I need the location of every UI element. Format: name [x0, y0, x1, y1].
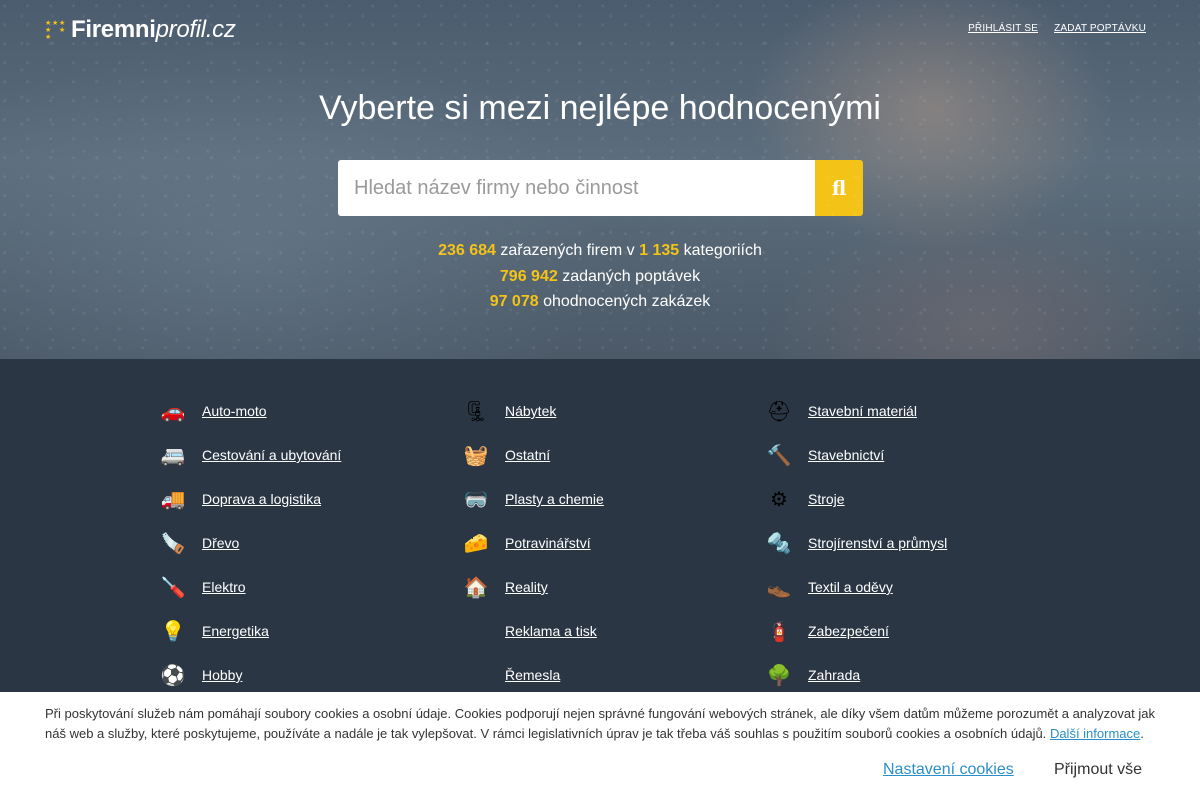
category-link[interactable]: Zabezpečení: [808, 623, 889, 639]
category-item[interactable]: 🧺 Ostatní: [460, 433, 763, 477]
category-item[interactable]: ⛑ Stavební materiál: [763, 389, 1066, 433]
basket-icon: 🧺: [463, 444, 489, 467]
category-link[interactable]: Ostatní: [505, 447, 550, 463]
search-form: fl: [338, 160, 863, 216]
login-link[interactable]: PŘIHLÁSIT SE: [963, 23, 1038, 34]
category-link[interactable]: Doprava a logistika: [202, 491, 321, 507]
stats: 236 684 zařazených firem v 1 135 kategor…: [0, 238, 1200, 315]
truck-icon: 🚚: [160, 488, 186, 511]
category-link[interactable]: Hobby: [202, 667, 242, 683]
category-link[interactable]: Cestování a ubytování: [202, 447, 341, 463]
category-item[interactable]: 🥽 Plasty a chemie: [460, 477, 763, 521]
extinguisher-icon: 🧯: [766, 620, 792, 643]
category-icon-placeholder: [460, 616, 492, 646]
hardhat-icon: ⛑: [766, 400, 792, 423]
category-item[interactable]: Reklama a tisk: [460, 609, 763, 653]
stats-line-requests: 796 942 zadaných poptávek: [0, 264, 1200, 290]
bonsai-icon: 🌳: [766, 664, 792, 687]
logo[interactable]: ★ ★ ★ ★ ★ ★ Firemniprofil.cz: [45, 15, 236, 45]
requests-count: 796 942: [499, 267, 558, 285]
cheese-icon: 🧀: [463, 532, 489, 555]
categories-text: kategoriích: [683, 242, 762, 259]
category-link[interactable]: Plasty a chemie: [505, 491, 604, 507]
ball-icon: ⚽: [160, 664, 186, 687]
more-info-link[interactable]: Další informace: [1050, 726, 1140, 741]
categories-count: 1 135: [639, 242, 680, 259]
companies-text: zařazených firem v: [500, 242, 635, 259]
category-item[interactable]: 🔩 Strojírenství a průmysl: [763, 521, 1066, 565]
category-item[interactable]: 🪛 Elektro: [157, 565, 460, 609]
shoe-icon: 👞: [766, 576, 792, 599]
category-link[interactable]: Řemesla: [505, 667, 560, 683]
hammer-icon: 🔨: [766, 444, 792, 467]
category-link[interactable]: Textil a oděvy: [808, 579, 893, 595]
category-item[interactable]: 🔨 Stavebnictví: [763, 433, 1066, 477]
category-item[interactable]: ⚽ Hobby: [157, 653, 460, 697]
search-button[interactable]: fl: [815, 160, 863, 216]
companies-count: 236 684: [438, 242, 496, 259]
page-title: Vyberte si mezi nejlépe hodnocenými: [319, 89, 881, 127]
category-item[interactable]: 👞 Textil a oděvy: [763, 565, 1066, 609]
category-item[interactable]: 🚚 Doprava a logistika: [157, 477, 460, 521]
category-item[interactable]: ⚙ Stroje: [763, 477, 1066, 521]
rated-text: ohodnocených zakázek: [543, 293, 711, 310]
category-item[interactable]: 🌳 Zahrada: [763, 653, 1066, 697]
logo-text: Firemniprofil.cz: [71, 16, 236, 43]
category-link[interactable]: Stroje: [808, 491, 845, 507]
category-item[interactable]: 💡 Energetika: [157, 609, 460, 653]
camper-icon: 🚐: [160, 444, 186, 467]
goggles-icon: 🥽: [463, 488, 489, 511]
request-link[interactable]: ZADAT POPTÁVKU: [1054, 23, 1146, 34]
category-item[interactable]: 🧯 Zabezpečení: [763, 609, 1066, 653]
category-link[interactable]: Stavebnictví: [808, 447, 884, 463]
cookie-message: Při poskytování služeb nám pomáhají soub…: [45, 706, 1155, 741]
stats-line-companies: 236 684 zařazených firem v 1 135 kategor…: [0, 238, 1200, 264]
clamp-icon: 🗜: [463, 400, 489, 423]
car-icon: 🚗: [160, 400, 186, 423]
category-grid: 🚗 Auto-moto 🗜 Nábytek ⛑ Stavební materiál 🚐 Ces…: [157, 389, 1067, 697]
screwdrivers-icon: 🪛: [160, 576, 186, 599]
login-label: PŘIHLÁSIT SE: [968, 23, 1039, 34]
top-nav: PŘIHLÁSIT SE ZADAT POPTÁVKU: [963, 23, 1146, 34]
category-link[interactable]: Dřevo: [202, 535, 239, 551]
category-link[interactable]: Nábytek: [505, 403, 556, 419]
category-item[interactable]: Řemesla: [460, 653, 763, 697]
category-link[interactable]: Reklama a tisk: [505, 623, 597, 639]
hero-section: ★ ★ ★ ★ ★ ★ Firemniprofil.cz PŘIHLÁSIT SE Z…: [0, 0, 1200, 359]
category-link[interactable]: Elektro: [202, 579, 246, 595]
screws-icon: 🔩: [766, 532, 792, 555]
category-link[interactable]: Energetika: [202, 623, 269, 639]
category-item[interactable]: 🚐 Cestování a ubytování: [157, 433, 460, 477]
requests-text: zadaných poptávek: [562, 267, 701, 285]
cookie-text: Při poskytování služeb nám pomáhají soub…: [45, 706, 1155, 741]
stats-line-rated: 97 078 ohodnocených zakázek: [0, 289, 1200, 315]
category-item[interactable]: 🧀 Potravinářství: [460, 521, 763, 565]
category-item[interactable]: 🏠 Reality: [460, 565, 763, 609]
stars-icon: ★ ★ ★ ★ ★ ★: [45, 20, 66, 41]
category-item[interactable]: 🗜 Nábytek: [460, 389, 763, 433]
category-icon-placeholder: [460, 660, 492, 690]
accept-all-button[interactable]: Přijmout vše: [1054, 761, 1142, 779]
cookie-settings-button[interactable]: Nastavení cookies: [883, 761, 1014, 779]
saw-icon: 🪚: [160, 532, 186, 555]
category-link[interactable]: Auto-moto: [202, 403, 267, 419]
cookie-banner: Při poskytování služeb nám pomáhají soub…: [0, 692, 1200, 800]
bulb-icon: 💡: [160, 620, 186, 643]
category-link[interactable]: Potravinářství: [505, 535, 591, 551]
rated-count: 97 078: [489, 293, 539, 310]
category-item[interactable]: 🚗 Auto-moto: [157, 389, 460, 433]
category-link[interactable]: Zahrada: [808, 667, 860, 683]
category-link[interactable]: Strojírenství a průmysl: [808, 535, 947, 551]
search-input[interactable]: [338, 160, 815, 216]
house-icon: 🏠: [463, 576, 489, 599]
gears-icon: ⚙: [770, 488, 788, 511]
category-link[interactable]: Reality: [505, 579, 548, 595]
category-link[interactable]: Stavební materiál: [808, 403, 917, 419]
category-item[interactable]: 🪚 Dřevo: [157, 521, 460, 565]
